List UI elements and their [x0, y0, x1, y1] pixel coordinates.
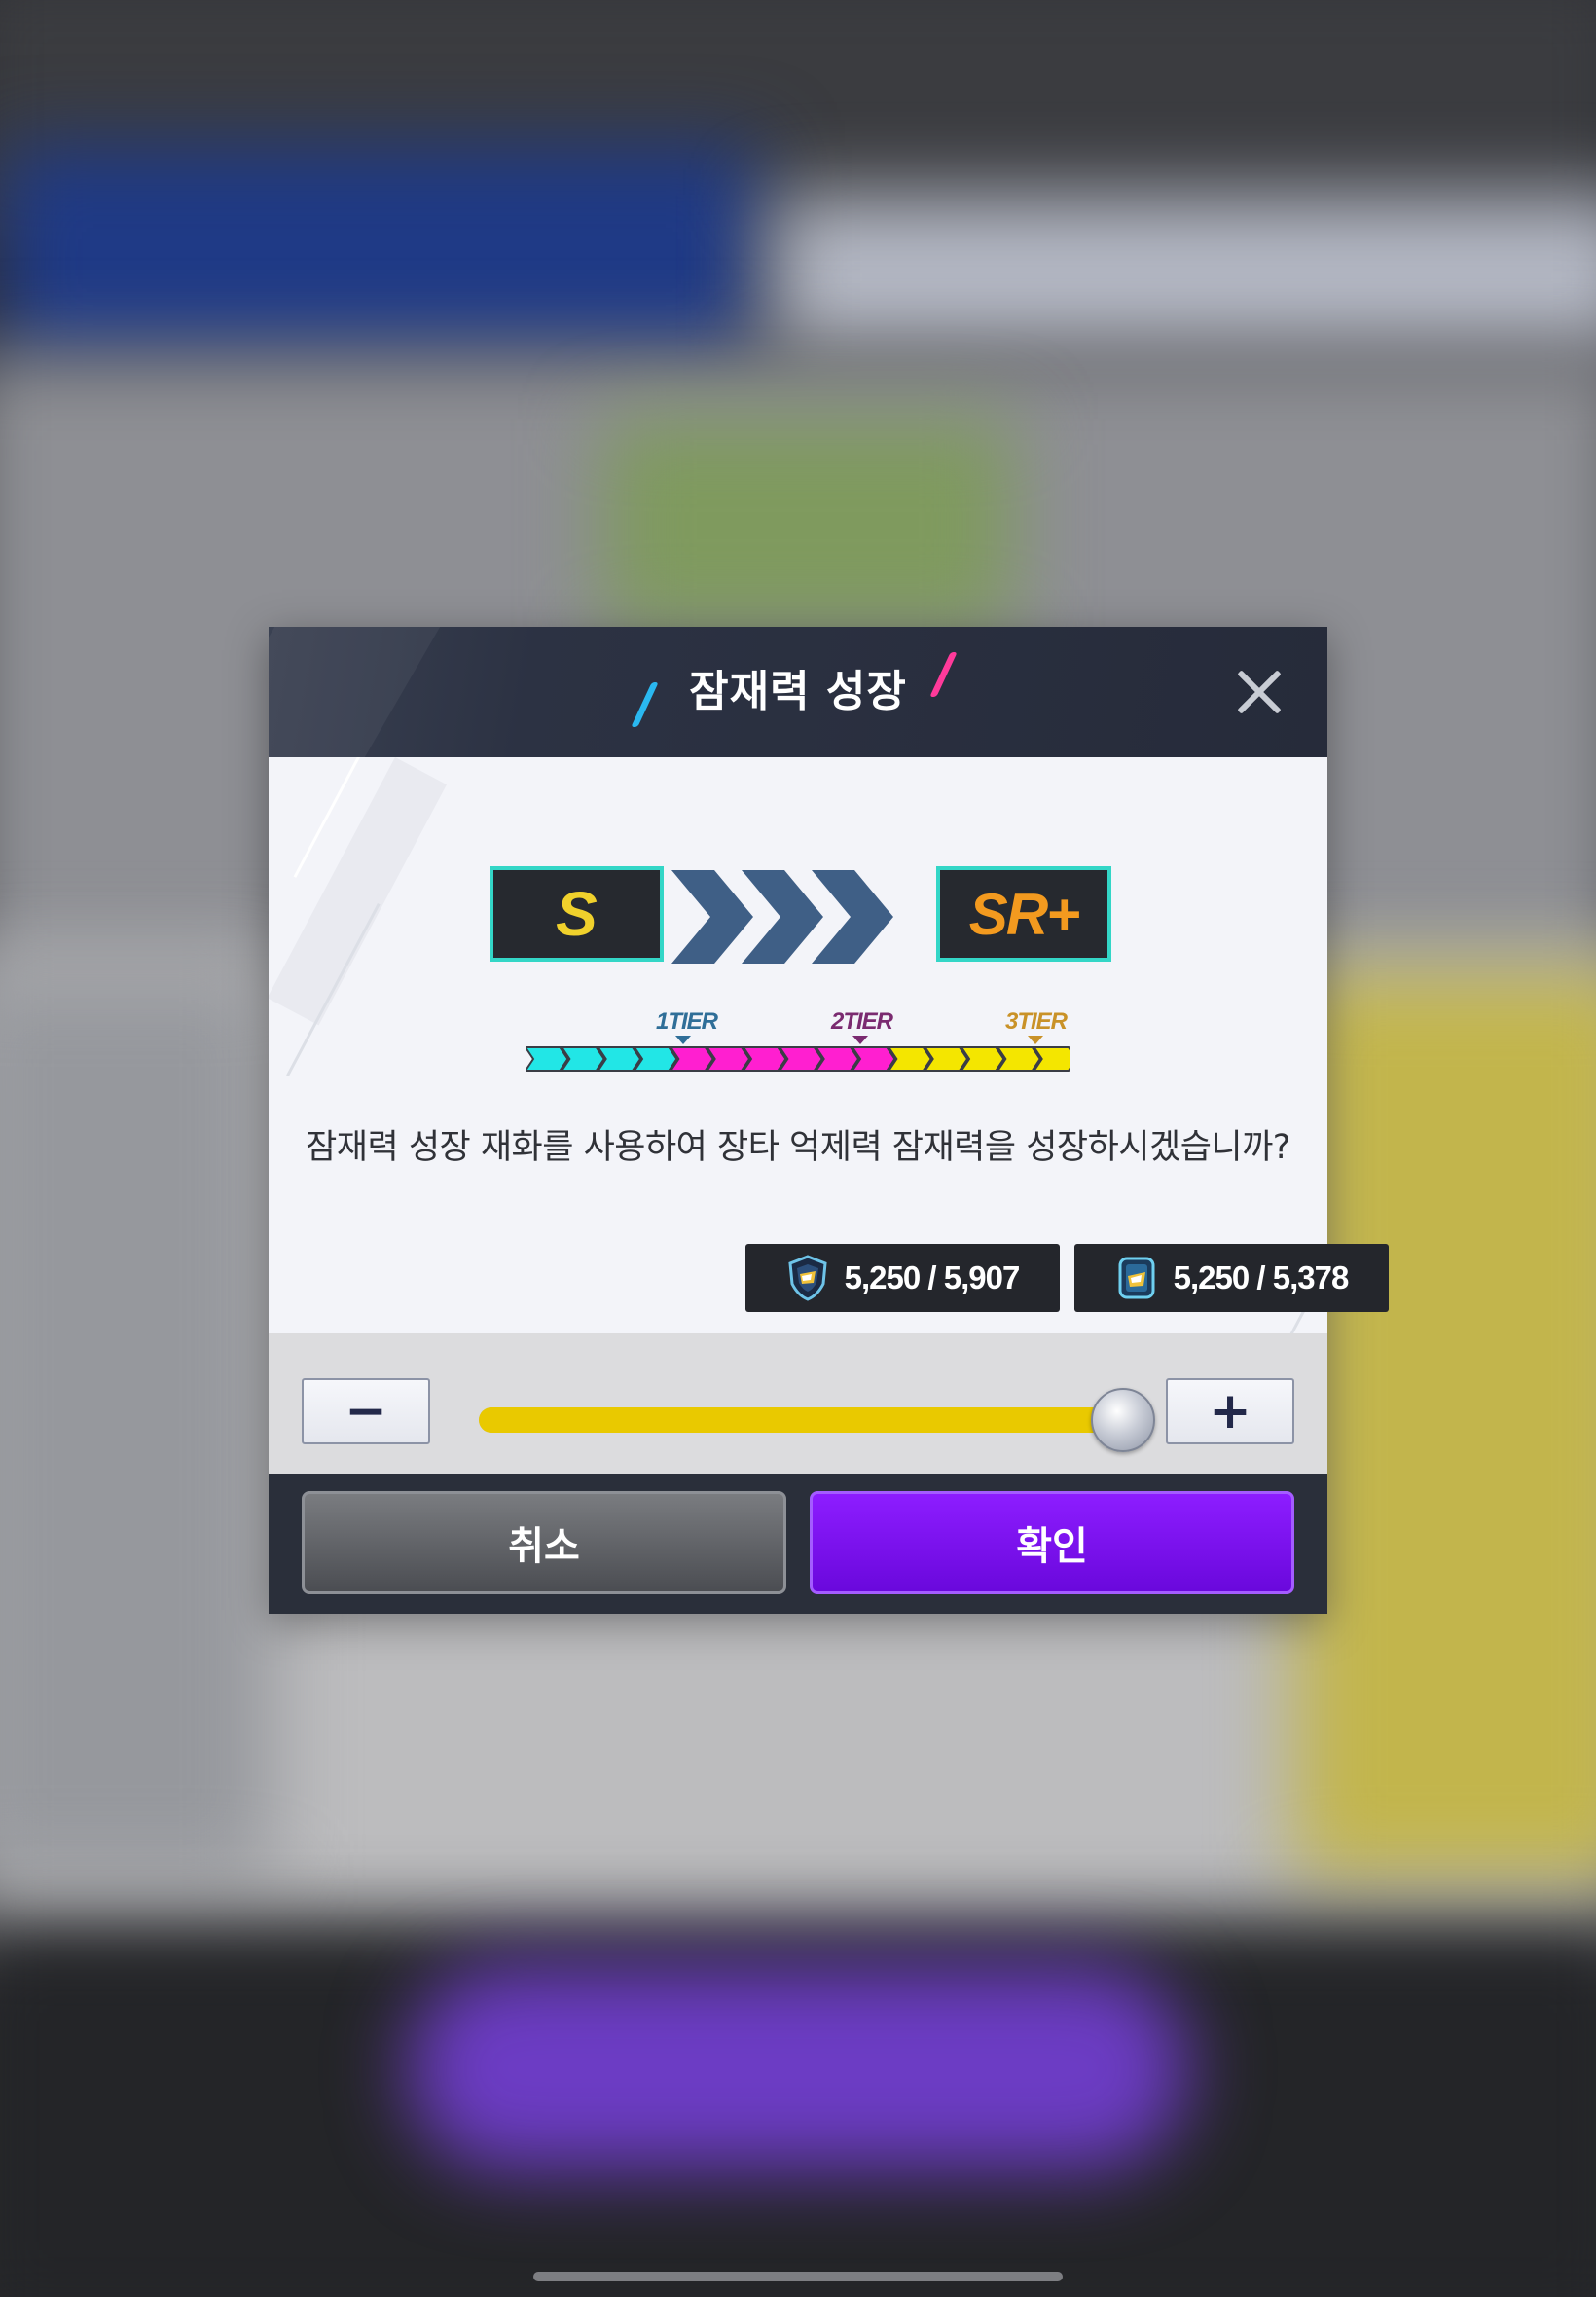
resource-counter-1-text: 5,250 / 5,907 — [844, 1259, 1021, 1295]
resource-counter-2: 5,250 / 5,378 — [1074, 1244, 1389, 1312]
minus-icon: − — [345, 1382, 387, 1440]
decrease-button[interactable]: − — [302, 1378, 430, 1444]
confirm-button[interactable]: 확인 — [810, 1491, 1294, 1594]
increase-button[interactable]: + — [1166, 1378, 1294, 1444]
potential-growth-dialog: 잠재력 성장 S SR+ 1TIER 2TIER 3TIER 잠재력 성장 재화… — [269, 627, 1389, 1614]
slider-fill — [479, 1407, 1123, 1433]
amount-slider[interactable] — [479, 1388, 1155, 1452]
resource-counter-1: 5,250 / 5,907 — [745, 1244, 1060, 1312]
grade-to-label: SR+ — [968, 881, 1080, 947]
chevron-arrows-icon — [671, 870, 893, 964]
cancel-button[interactable]: 취소 — [302, 1491, 786, 1594]
tier-2-marker — [852, 1036, 868, 1044]
dialog-title: 잠재력 성장 — [689, 667, 907, 716]
card-pack-icon — [1118, 1257, 1155, 1299]
shield-emblem-icon — [788, 1255, 827, 1301]
grade-from-label: S — [556, 879, 598, 949]
home-indicator[interactable] — [533, 2272, 1063, 2281]
confirm-question: 잠재력 성장 재화를 사용하여 장타 억제력 잠재력을 성장하시겠습니까? — [306, 1128, 1290, 1167]
dialog-header: 잠재력 성장 — [269, 627, 1327, 757]
tier-1-marker — [675, 1036, 691, 1044]
amount-slider-row: − + — [269, 1333, 1327, 1474]
close-icon[interactable] — [1230, 662, 1288, 720]
grade-to-badge: SR+ — [936, 866, 1111, 962]
cancel-button-label: 취소 — [508, 1524, 580, 1569]
tier-progress-track — [526, 1046, 1070, 1072]
confirm-button-label: 확인 — [1016, 1524, 1088, 1569]
dialog-footer: 취소 확인 — [269, 1474, 1327, 1614]
resource-counter-2-text: 5,250 / 5,378 — [1173, 1259, 1350, 1295]
tier-track-segment — [526, 1046, 569, 1072]
tier-2-label: 2TIER — [831, 1008, 893, 1035]
tier-3-marker — [1028, 1036, 1043, 1044]
grade-from-badge: S — [490, 866, 664, 962]
slider-handle[interactable] — [1091, 1388, 1155, 1452]
plus-icon: + — [1209, 1382, 1251, 1440]
tier-3-label: 3TIER — [1005, 1008, 1068, 1035]
tier-1-label: 1TIER — [656, 1008, 718, 1035]
